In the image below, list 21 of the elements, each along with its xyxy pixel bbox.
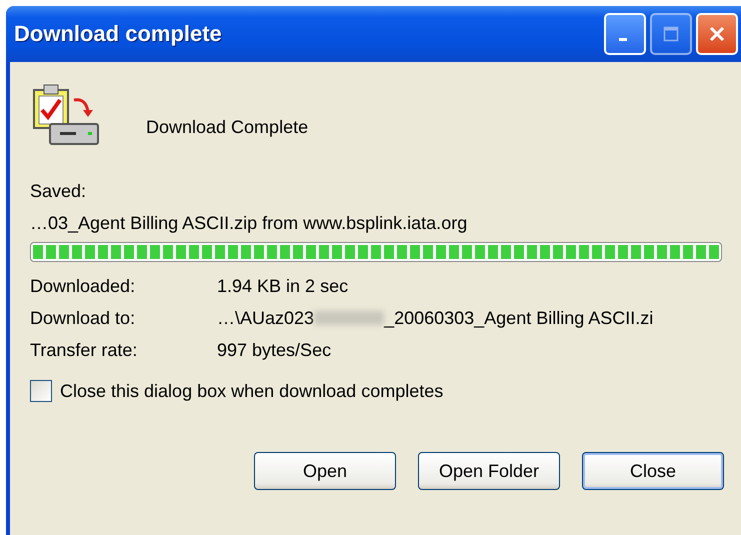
checkbox[interactable] [30,380,52,402]
detail-value: 1.94 KB in 2 sec [217,275,348,298]
saved-label: Saved: [30,180,88,203]
maximize-icon [663,26,679,42]
window-title: Download complete [14,21,223,47]
dialog-button[interactable]: Close [582,452,724,490]
minimize-button[interactable] [604,13,646,55]
detail-label: Downloaded: [30,275,136,298]
dialog-button[interactable]: Open [254,452,396,490]
detail-value: …\AUaz023 [217,307,314,330]
detail-label: Download to: [30,307,136,330]
status-heading: Download Complete [146,116,308,138]
close-icon [708,25,726,43]
detail-label: Transfer rate: [30,339,138,362]
detail-value: 997 bytes/Sec [217,339,332,362]
close-button[interactable] [696,13,738,55]
dialog-button[interactable]: Open Folder [418,452,560,490]
saved-file-text: …03_Agent Billing ASCII.zip from www.bsplink.iata.org [30,212,468,235]
checkbox-label[interactable]: Close this dialog box when download completes [60,380,444,402]
minimize-icon [619,38,627,40]
detail-value: _20060303_Agent Billing ASCII.zi [384,307,654,330]
